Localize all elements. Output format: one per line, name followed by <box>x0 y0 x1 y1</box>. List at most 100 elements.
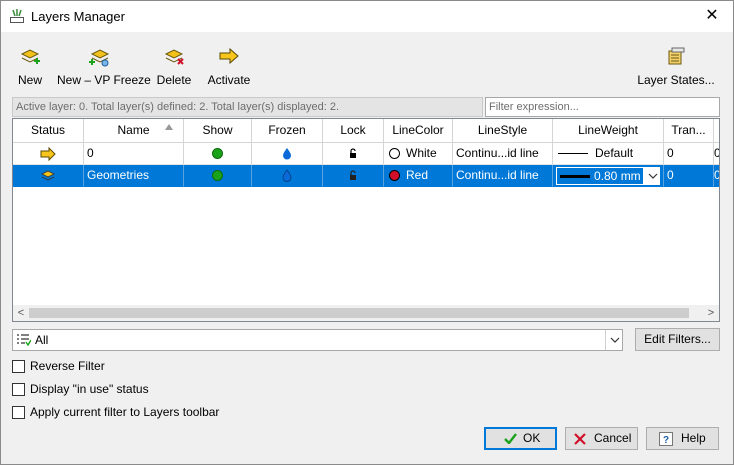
layer-states-icon <box>668 47 685 65</box>
sort-asc-icon <box>165 124 173 130</box>
status-cell <box>13 143 84 165</box>
col-linecolor[interactable]: LineColor <box>384 119 453 143</box>
name-cell[interactable]: 0 <box>84 143 184 165</box>
delete-layer-label: Delete <box>156 73 192 87</box>
col-transparency[interactable]: Tran... <box>664 119 714 143</box>
frozen-cell[interactable] <box>252 165 323 187</box>
new-vp-freeze-icon <box>89 49 110 67</box>
col-linestyle[interactable]: LineStyle <box>453 119 553 143</box>
unlocked-icon <box>350 148 356 158</box>
lineweight-sample-line <box>558 153 588 154</box>
scroll-left-icon[interactable]: < <box>13 305 29 321</box>
table-row[interactable]: 0 White Continu...id line Default 0 <box>13 143 719 165</box>
col-frozen[interactable]: Frozen <box>252 119 323 143</box>
apply-filter-checkbox[interactable] <box>12 406 25 419</box>
linecolor-cell[interactable]: Red <box>384 165 453 187</box>
help-button[interactable]: ? Help <box>646 427 719 450</box>
activate-arrow-icon <box>219 47 239 65</box>
color-swatch-red <box>389 170 400 181</box>
layer-stack-icon <box>41 170 55 181</box>
thaw-drop-icon <box>282 169 292 182</box>
lineweight-cell[interactable]: Default <box>553 143 664 165</box>
chevron-down-icon <box>610 337 620 343</box>
chevron-down-icon[interactable] <box>648 172 658 180</box>
svg-text:?: ? <box>663 435 669 446</box>
frozen-cell[interactable] <box>252 143 323 165</box>
app-icon <box>10 9 24 23</box>
activate-layer-button[interactable]: Activate <box>206 45 252 91</box>
linestyle-cell[interactable]: Continu...id line <box>453 165 553 187</box>
title-bar: Layers Manager ✕ <box>1 1 733 32</box>
lineweight-label: Default <box>595 146 634 160</box>
color-swatch-white <box>389 148 400 159</box>
show-cell[interactable] <box>184 143 252 165</box>
close-icon[interactable]: ✕ <box>701 5 723 27</box>
display-in-use-checkbox[interactable] <box>12 383 25 396</box>
ok-button[interactable]: OK <box>484 427 557 450</box>
reverse-filter-label: Reverse Filter <box>30 359 105 373</box>
filter-list-icon <box>17 334 31 346</box>
col-more[interactable] <box>714 119 719 143</box>
cancel-x-icon <box>574 433 586 445</box>
col-name[interactable]: Name <box>84 119 184 143</box>
lock-cell[interactable] <box>323 143 384 165</box>
overflow-cell[interactable]: 0 <box>714 143 719 165</box>
show-cell[interactable] <box>184 165 252 187</box>
scroll-right-icon[interactable]: > <box>703 305 719 321</box>
ok-label: OK <box>523 431 541 445</box>
layer-filter-combo[interactable]: All <box>12 329 623 351</box>
linestyle-cell[interactable]: Continu...id line <box>453 143 553 165</box>
combo-dropdown-button[interactable] <box>605 330 622 350</box>
name-cell[interactable]: Geometries <box>84 165 184 187</box>
lock-cell[interactable] <box>323 165 384 187</box>
transparency-cell[interactable]: 0 <box>664 165 714 187</box>
window-title: Layers Manager <box>31 9 125 24</box>
new-layer-icon <box>20 49 40 64</box>
edit-filters-button[interactable]: Edit Filters... <box>635 328 720 351</box>
new-vp-freeze-button[interactable]: New – VP Freeze <box>57 45 151 91</box>
table-header: Status Name Show Frozen Lock LineColor L… <box>13 119 719 143</box>
display-in-use-label: Display "in use" status <box>30 382 149 396</box>
transparency-cell[interactable]: 0 <box>664 143 714 165</box>
layer-status-line: Active layer: 0. Total layer(s) defined:… <box>12 97 483 117</box>
lineweight-dropdown[interactable]: 0.80 mm <box>555 166 661 186</box>
cancel-label: Cancel <box>594 431 632 445</box>
layer-states-label: Layer States... <box>637 73 715 87</box>
activate-layer-label: Activate <box>207 73 251 87</box>
col-status[interactable]: Status <box>13 119 84 143</box>
linecolor-label: Red <box>406 168 429 182</box>
col-lineweight[interactable]: LineWeight <box>553 119 664 143</box>
lineweight-cell[interactable]: 0.80 mm <box>553 165 664 187</box>
lineweight-label: 0.80 mm <box>594 169 641 183</box>
scrollbar-thumb[interactable] <box>29 308 689 318</box>
thaw-drop-icon <box>283 148 291 160</box>
filter-combo-value: All <box>35 333 49 347</box>
show-on-icon <box>212 148 223 159</box>
linecolor-label: White <box>406 146 437 160</box>
show-on-icon <box>212 170 223 181</box>
overflow-cell[interactable]: 0 <box>714 165 719 187</box>
current-layer-arrow-icon <box>40 146 56 162</box>
table-row-selected[interactable]: Geometries Red Continu...id line 0.80 mm… <box>13 165 719 187</box>
lineweight-sample-line <box>560 175 590 178</box>
linecolor-cell[interactable]: White <box>384 143 453 165</box>
delete-layer-button[interactable]: Delete <box>156 45 192 91</box>
col-name-label: Name <box>117 123 150 137</box>
help-question-icon: ? <box>659 432 673 446</box>
col-show[interactable]: Show <box>184 119 252 143</box>
apply-filter-label: Apply current filter to Layers toolbar <box>30 405 220 419</box>
cancel-button[interactable]: Cancel <box>565 427 638 450</box>
reverse-filter-checkbox[interactable] <box>12 360 25 373</box>
layer-states-button[interactable]: Layer States... <box>637 45 715 91</box>
status-cell <box>13 165 84 187</box>
unlocked-icon <box>350 170 356 180</box>
layers-table: Status Name Show Frozen Lock LineColor L… <box>12 118 720 322</box>
lineweight-selected-value: 0.80 mm <box>557 168 643 184</box>
new-layer-button[interactable]: New <box>17 45 43 91</box>
horizontal-scrollbar[interactable]: < > <box>13 305 719 321</box>
new-layer-label: New <box>17 73 42 87</box>
help-label: Help <box>681 431 706 445</box>
filter-expression-input[interactable]: Filter expression... <box>485 97 720 117</box>
delete-layer-icon <box>164 49 184 65</box>
col-lock[interactable]: Lock <box>323 119 384 143</box>
